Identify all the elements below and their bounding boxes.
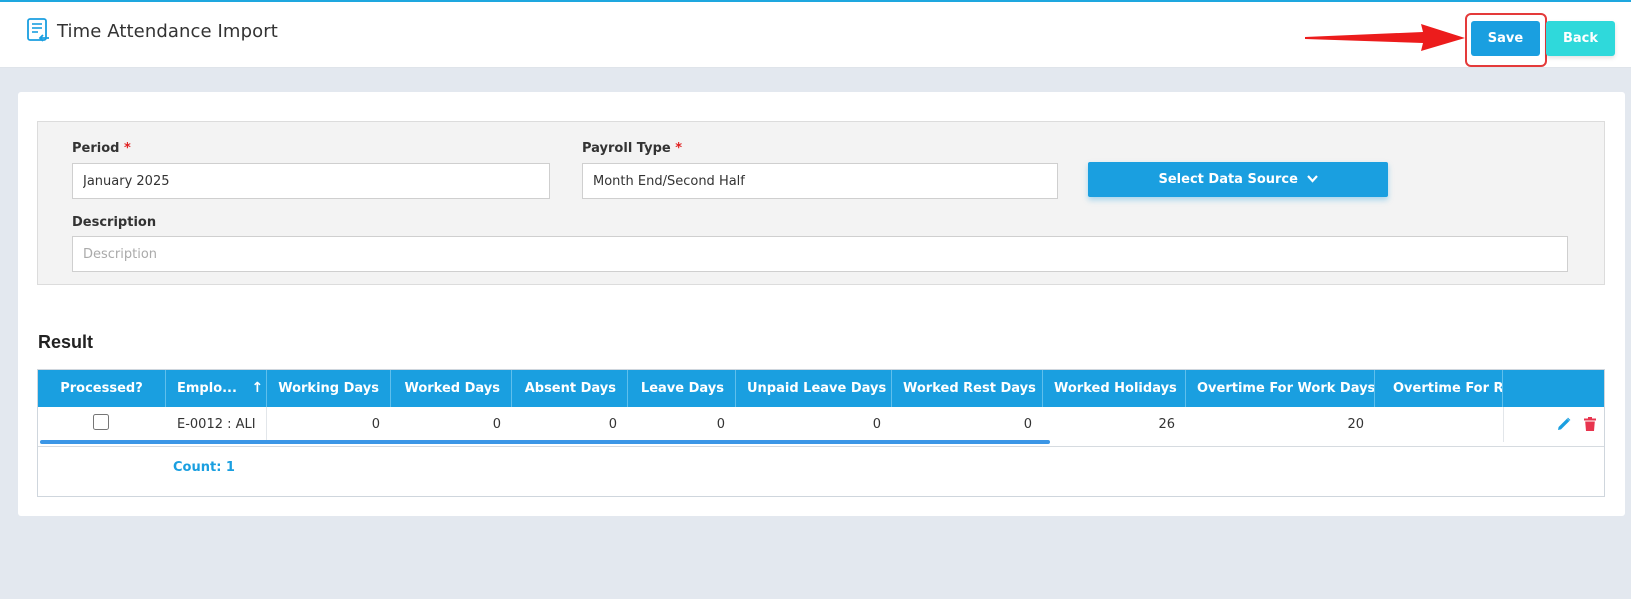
column-header-unpaid-leave-days[interactable]: Unpaid Leave Days <box>736 370 892 407</box>
overtime-work-days-cell: 20 <box>1347 417 1364 432</box>
unpaid-leave-days-cell: 0 <box>872 417 881 432</box>
column-header-employee[interactable]: Emplo... ↑ <box>166 370 267 407</box>
leave-days-cell: 0 <box>716 417 725 432</box>
worked-holidays-cell: 26 <box>1158 417 1175 432</box>
column-header-overtime-rest-days[interactable]: Overtime For Rest Days <box>1375 370 1503 407</box>
select-data-source-button[interactable]: Select Data Source <box>1088 162 1388 197</box>
column-header-actions <box>1503 370 1604 407</box>
pencil-icon[interactable] <box>1556 416 1572 432</box>
main-card: Period * Payroll Type * Select Data Sour… <box>18 92 1625 516</box>
worked-days-cell: 0 <box>492 417 501 432</box>
save-button[interactable]: Save <box>1471 21 1540 56</box>
import-form-panel: Period * Payroll Type * Select Data Sour… <box>37 121 1605 285</box>
column-header-worked-holidays[interactable]: Worked Holidays <box>1043 370 1186 407</box>
period-field[interactable] <box>72 163 550 199</box>
required-mark: * <box>675 141 683 156</box>
worked-rest-days-cell: 0 <box>1023 417 1032 432</box>
page-title: Time Attendance Import <box>57 20 278 42</box>
select-data-source-label: Select Data Source <box>1158 172 1298 187</box>
payroll-type-label: Payroll Type * <box>582 141 682 156</box>
payroll-type-label-text: Payroll Type <box>582 141 671 156</box>
horizontal-scrollbar[interactable] <box>40 440 1050 444</box>
column-header-working-days[interactable]: Working Days <box>267 370 391 407</box>
period-label-text: Period <box>72 141 120 156</box>
description-field[interactable] <box>72 236 1568 272</box>
import-document-icon <box>27 18 49 42</box>
trash-icon[interactable] <box>1582 416 1598 432</box>
red-arrow-annotation <box>1305 24 1465 51</box>
back-button[interactable]: Back <box>1546 21 1615 56</box>
column-header-processed[interactable]: Processed? <box>38 370 166 407</box>
grid-header: Processed? Emplo... ↑ Working Days Worke… <box>38 370 1604 407</box>
absent-days-cell: 0 <box>608 417 617 432</box>
payroll-type-field[interactable] <box>582 163 1058 199</box>
column-divider <box>1503 407 1504 442</box>
column-header-leave-days[interactable]: Leave Days <box>628 370 736 407</box>
row-count: Count: 1 <box>173 460 235 475</box>
result-title: Result <box>38 332 94 352</box>
result-grid: Processed? Emplo... ↑ Working Days Worke… <box>37 369 1605 497</box>
required-mark: * <box>123 141 131 156</box>
working-days-cell: 0 <box>371 417 380 432</box>
description-label: Description <box>72 215 157 230</box>
employee-cell: E-0012 : ALI <box>166 407 267 442</box>
column-header-worked-rest-days[interactable]: Worked Rest Days <box>892 370 1043 407</box>
title-area: Time Attendance Import <box>27 18 278 44</box>
sort-arrow-up-icon[interactable]: ↑ <box>251 370 263 407</box>
column-header-worked-days[interactable]: Worked Days <box>391 370 512 407</box>
period-label: Period * <box>72 141 131 156</box>
processed-checkbox[interactable] <box>93 414 109 430</box>
column-header-absent-days[interactable]: Absent Days <box>512 370 628 407</box>
column-header-employee-label: Emplo... <box>177 381 237 396</box>
top-bar: Time Attendance Import Save Back <box>0 0 1631 68</box>
chevron-down-icon <box>1306 175 1318 183</box>
table-row[interactable]: E-0012 : ALI 0 0 0 0 0 0 26 20 <box>38 407 1604 447</box>
column-header-overtime-work-days[interactable]: Overtime For Work Days <box>1186 370 1375 407</box>
